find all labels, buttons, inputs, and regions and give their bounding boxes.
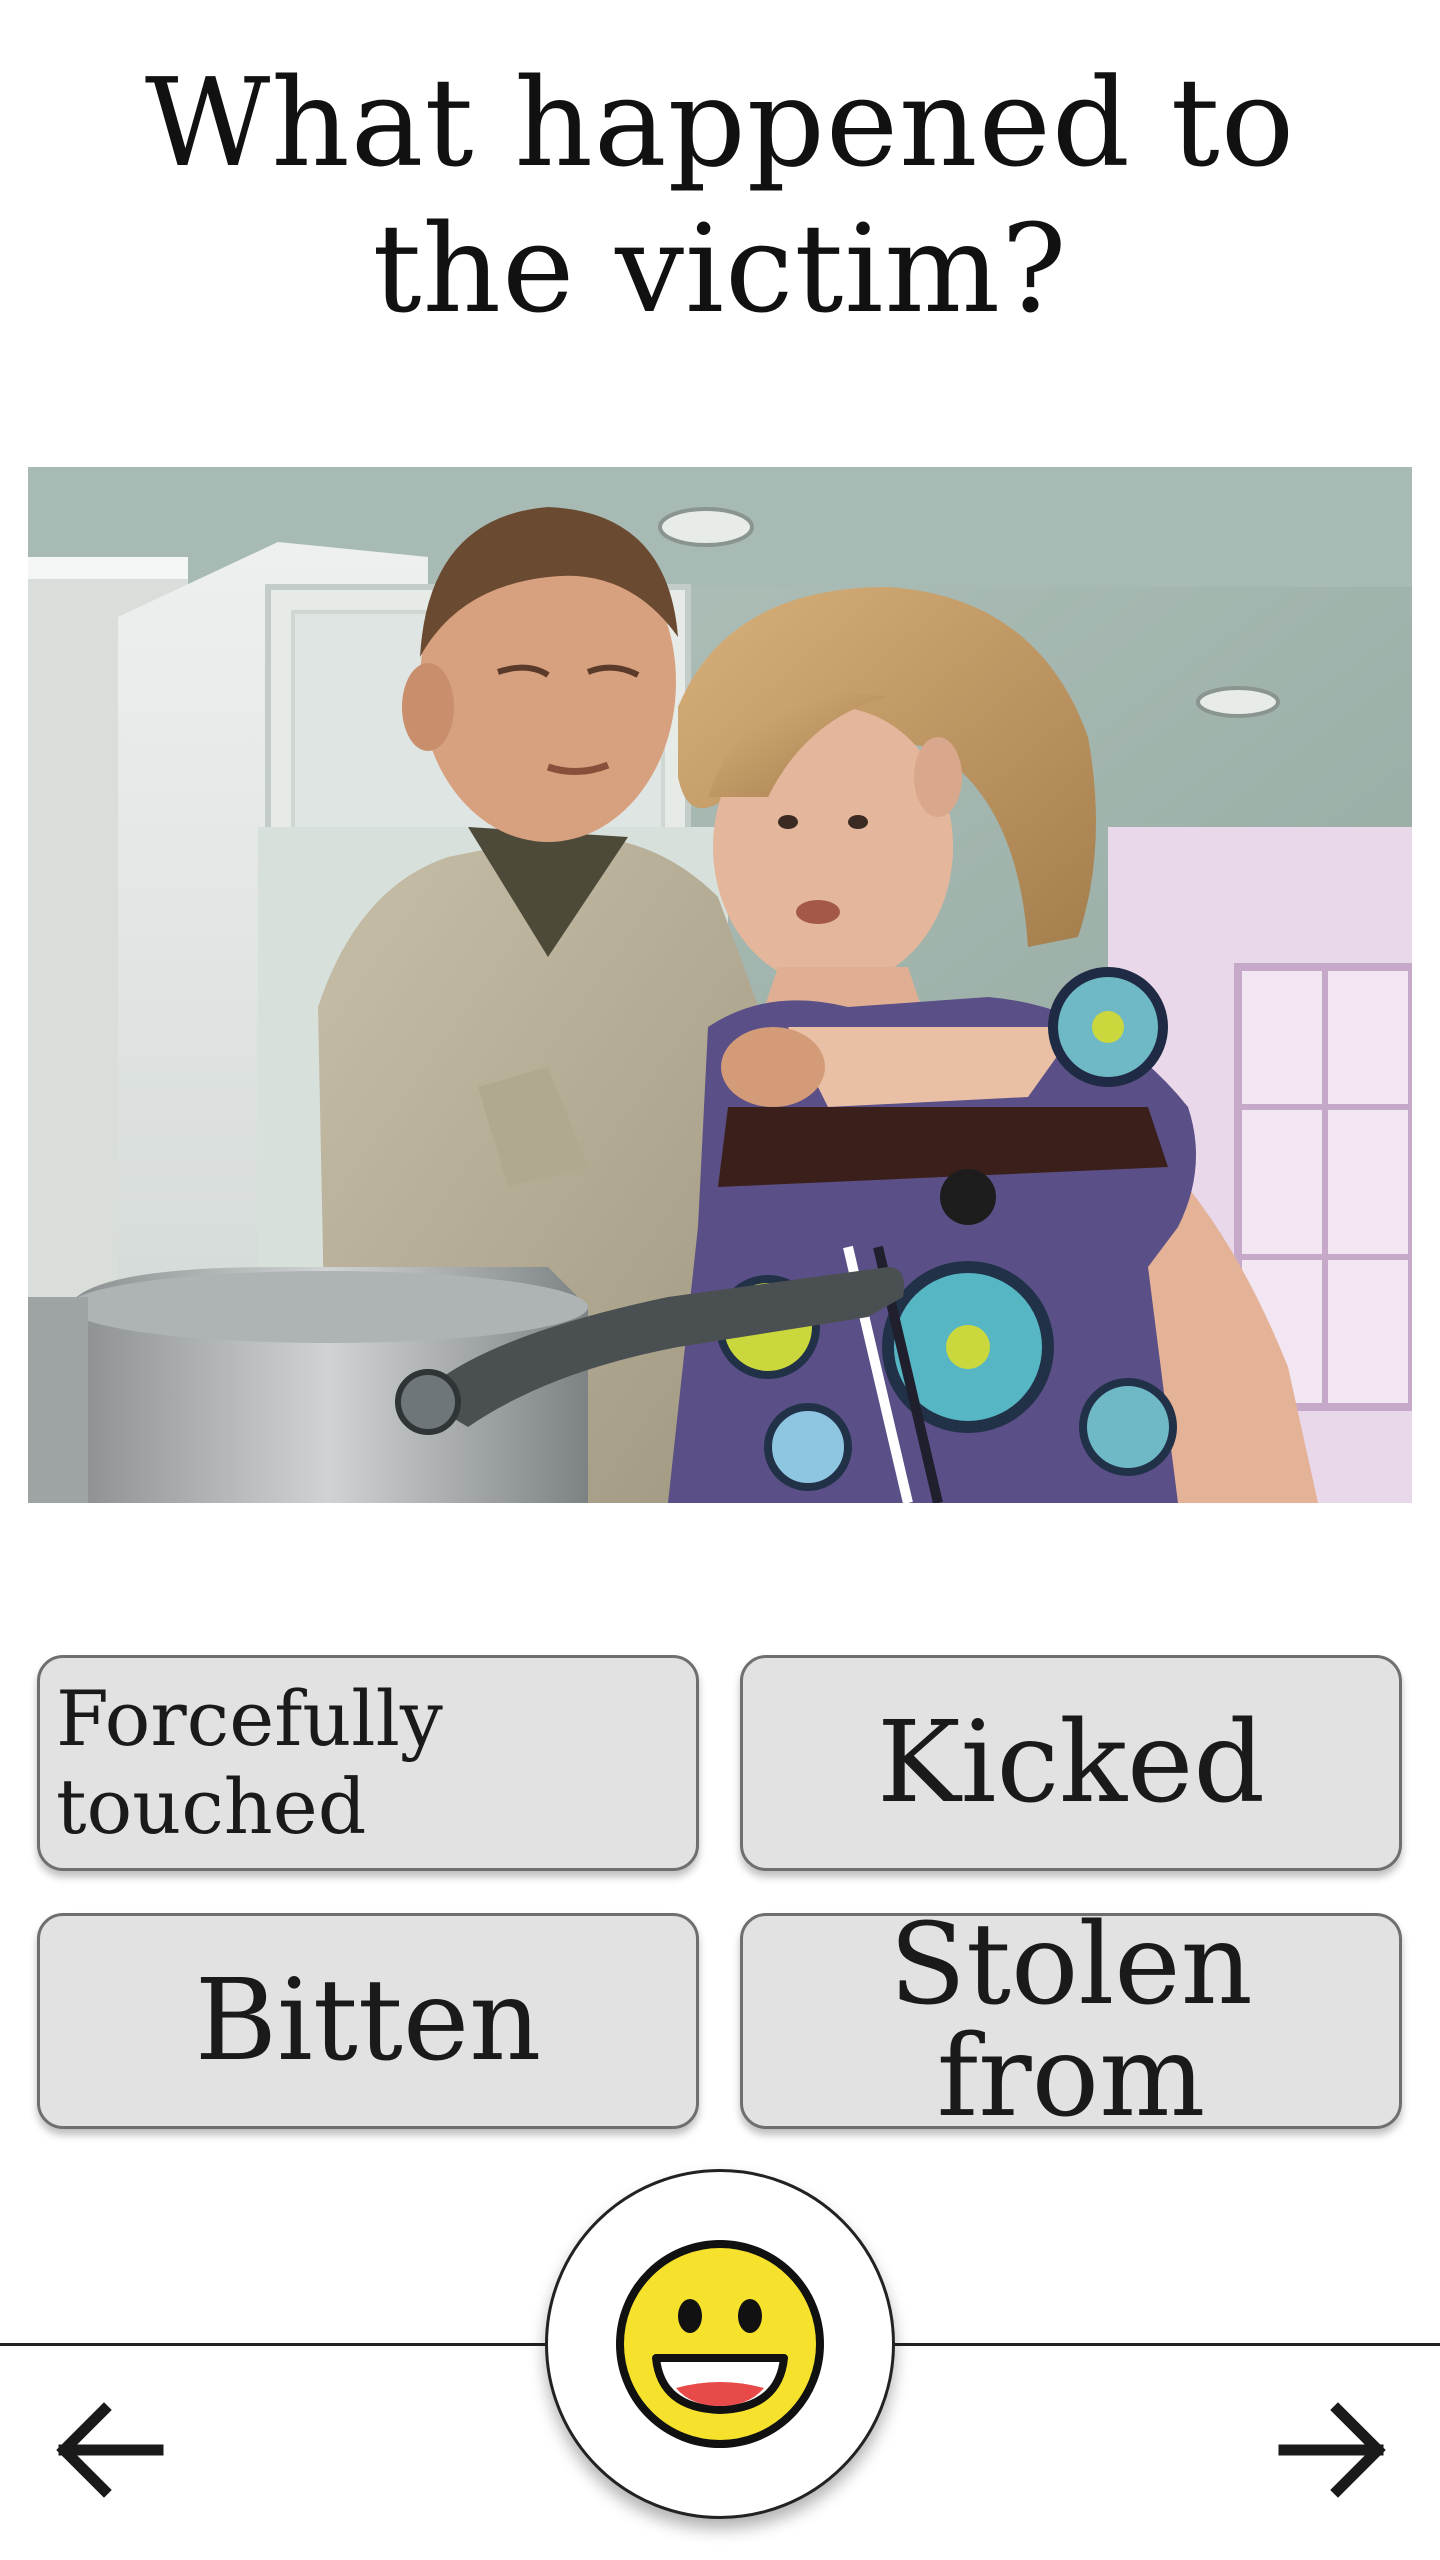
answer-label: Stolen from bbox=[889, 1900, 1253, 2142]
answer-button-bitten[interactable]: Bitten bbox=[37, 1913, 699, 2129]
answer-button-kicked[interactable]: Kicked bbox=[740, 1655, 1402, 1871]
next-arrow-button[interactable] bbox=[1272, 2390, 1392, 2510]
answer-label: Forcefully touched bbox=[56, 1674, 443, 1851]
kitchen-scene-illustration bbox=[28, 467, 1412, 1503]
arrow-left-icon bbox=[56, 2402, 164, 2498]
answer-label: Bitten bbox=[194, 1956, 542, 2086]
question-title: What happened to the victim? bbox=[144, 52, 1296, 340]
answer-button-stolen-from[interactable]: Stolen from bbox=[740, 1909, 1402, 2133]
back-arrow-button[interactable] bbox=[50, 2390, 170, 2510]
arrow-right-icon bbox=[1278, 2402, 1386, 2498]
scene-image bbox=[28, 467, 1412, 1503]
smiling-face-icon bbox=[616, 2240, 824, 2448]
feedback-emoji-button[interactable] bbox=[545, 2169, 895, 2519]
quiz-screen: What happened to the victim? Forcefully … bbox=[0, 0, 1440, 2560]
answer-label: Kicked bbox=[876, 1698, 1266, 1828]
answer-button-forcefully-touched[interactable]: Forcefully touched bbox=[37, 1655, 699, 1871]
